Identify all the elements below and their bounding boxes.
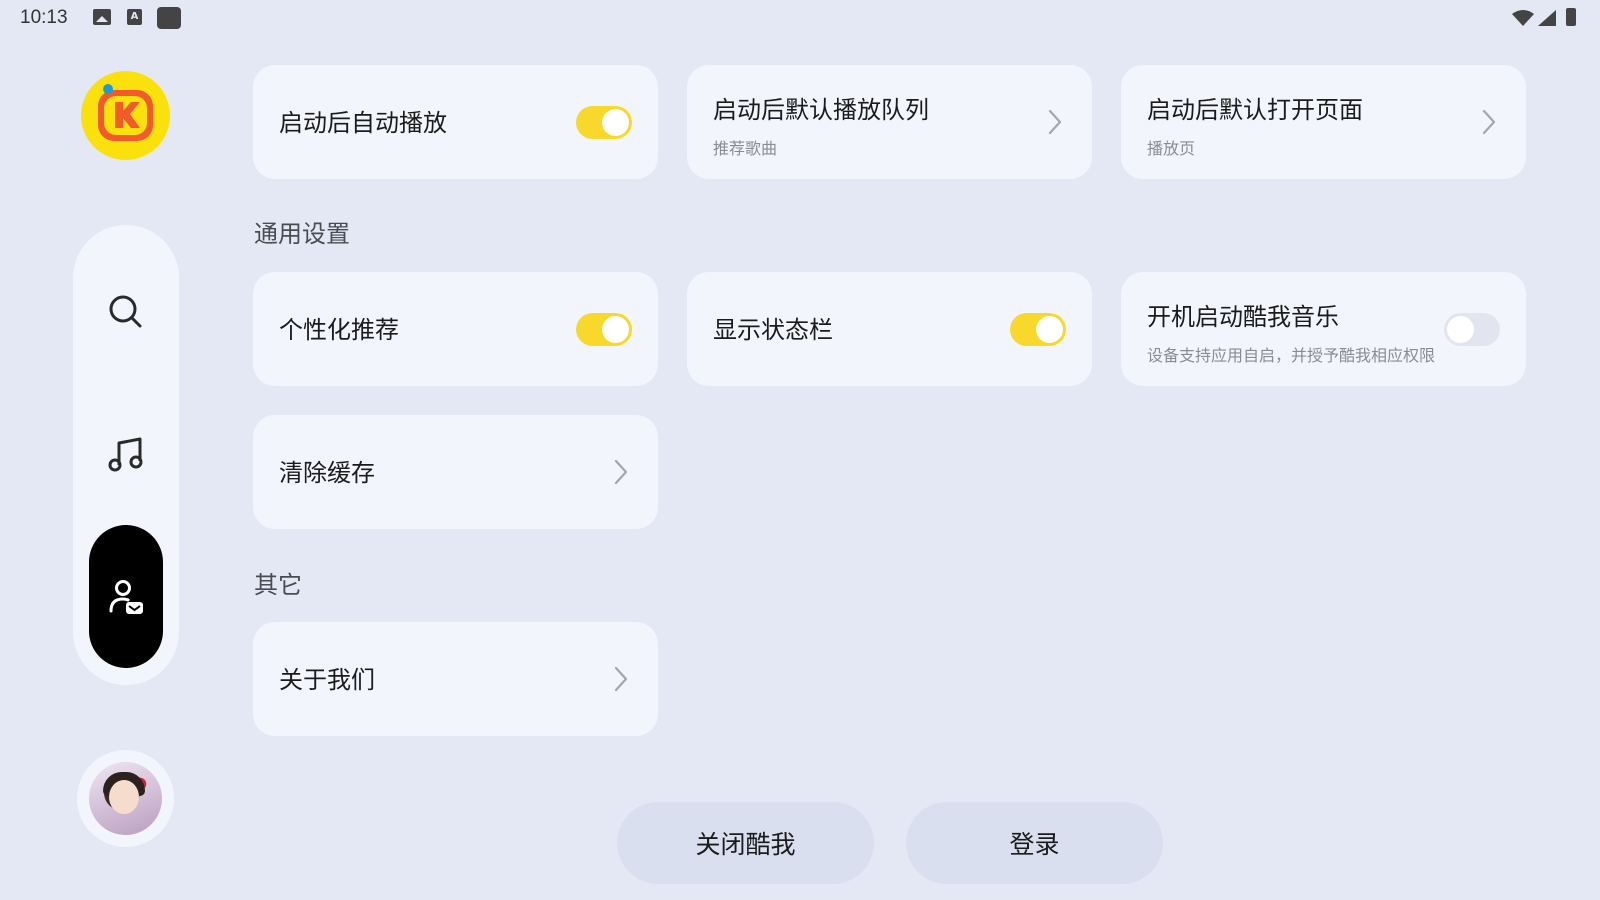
status-time: 10:13 bbox=[20, 7, 68, 28]
personalized-label: 个性化推荐 bbox=[279, 316, 399, 344]
music-note-icon bbox=[108, 437, 143, 472]
boot-start-setting[interactable]: 开机启动酷我音乐 设备支持应用自启，并授予酷我相应权限 bbox=[1121, 272, 1526, 386]
default-page-setting[interactable]: 启动后默认打开页面 播放页 bbox=[1121, 65, 1526, 179]
about-setting[interactable]: 关于我们 bbox=[253, 622, 658, 736]
chevron-right-icon bbox=[1048, 109, 1062, 135]
kuwo-logo[interactable] bbox=[81, 71, 170, 160]
default-queue-setting[interactable]: 启动后默认播放队列 推荐歌曲 bbox=[687, 65, 1092, 179]
wifi-icon bbox=[1512, 10, 1534, 26]
avatar-image bbox=[89, 762, 162, 835]
image-icon bbox=[93, 9, 111, 25]
close-app-button[interactable]: 关闭酷我 bbox=[617, 802, 874, 884]
logo-k-icon bbox=[115, 102, 140, 128]
personalized-setting[interactable]: 个性化推荐 bbox=[253, 272, 658, 386]
about-label: 关于我们 bbox=[279, 666, 375, 694]
autoplay-toggle[interactable] bbox=[576, 106, 632, 139]
side-nav bbox=[73, 225, 179, 685]
user-profile-icon bbox=[109, 579, 143, 614]
nav-search[interactable] bbox=[89, 275, 163, 349]
signal-icon bbox=[1538, 10, 1556, 26]
logo-note-icon bbox=[103, 84, 113, 94]
chevron-right-icon bbox=[614, 459, 628, 485]
section-other-title: 其它 bbox=[254, 571, 302, 599]
default-page-value: 播放页 bbox=[1147, 139, 1196, 158]
a-icon: A bbox=[127, 9, 142, 25]
clear-cache-setting[interactable]: 清除缓存 bbox=[253, 415, 658, 529]
search-icon bbox=[109, 295, 142, 328]
statusbar-setting[interactable]: 显示状态栏 bbox=[687, 272, 1092, 386]
boot-start-toggle[interactable] bbox=[1444, 313, 1500, 346]
statusbar-label: 显示状态栏 bbox=[713, 316, 833, 344]
default-page-label: 启动后默认打开页面 bbox=[1147, 96, 1363, 124]
clear-cache-label: 清除缓存 bbox=[279, 459, 375, 487]
nav-profile[interactable] bbox=[89, 525, 163, 668]
nav-music[interactable] bbox=[89, 418, 163, 492]
logo-mark bbox=[98, 90, 153, 141]
statusbar-toggle[interactable] bbox=[1010, 313, 1066, 346]
login-button[interactable]: 登录 bbox=[906, 802, 1163, 884]
boot-start-desc: 设备支持应用自启，并授予酷我相应权限 bbox=[1147, 346, 1436, 365]
chevron-right-icon bbox=[1482, 109, 1496, 135]
default-queue-label: 启动后默认播放队列 bbox=[713, 96, 929, 124]
app-root: 10:13 A 启动后自动播放 启动后默认播放队列 推荐歌曲 启动后默认打开页面… bbox=[0, 0, 1600, 900]
square-app-icon bbox=[157, 7, 181, 29]
battery-icon bbox=[1566, 8, 1576, 26]
section-general-title: 通用设置 bbox=[254, 220, 350, 248]
boot-start-label: 开机启动酷我音乐 bbox=[1147, 303, 1339, 331]
default-queue-value: 推荐歌曲 bbox=[713, 139, 778, 158]
status-bar: 10:13 A bbox=[0, 0, 1600, 36]
autoplay-label: 启动后自动播放 bbox=[279, 109, 447, 137]
user-avatar[interactable] bbox=[77, 750, 174, 847]
chevron-right-icon bbox=[614, 666, 628, 692]
autoplay-setting[interactable]: 启动后自动播放 bbox=[253, 65, 658, 179]
personalized-toggle[interactable] bbox=[576, 313, 632, 346]
